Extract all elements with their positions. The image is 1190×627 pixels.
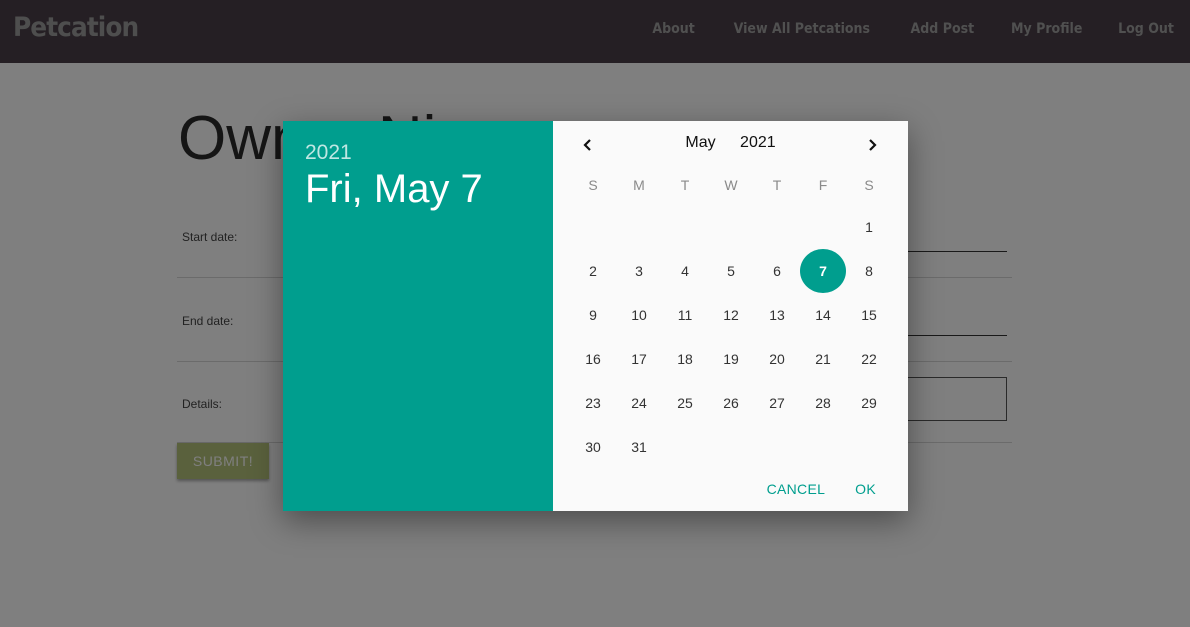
month-label: May [685,134,716,151]
datepicker-body: May 2021 S M T W T F S 1 2 3 4 5 6 7 8 9 10 11 12 13… [553,121,908,511]
day-cell[interactable]: 10 [616,293,662,337]
empty-day-cell [800,205,846,249]
day-cell[interactable]: 14 [800,293,846,337]
day-cell[interactable]: 2 [570,249,616,293]
header-year[interactable]: 2021 [305,141,352,165]
day-cell[interactable]: 9 [570,293,616,337]
day-cell[interactable]: 25 [662,381,708,425]
day-cell[interactable]: 19 [708,337,754,381]
day-cell[interactable]: 29 [846,381,892,425]
empty-day-cell [616,205,662,249]
weekday-label: F [818,177,828,193]
day-cell[interactable]: 23 [570,381,616,425]
day-cell[interactable]: 26 [708,381,754,425]
day-cell[interactable]: 15 [846,293,892,337]
weekday-label: M [633,177,645,193]
cancel-button[interactable]: CANCEL [767,481,826,497]
day-cell[interactable]: 20 [754,337,800,381]
selected-day-label: 7 [800,249,846,293]
day-cell[interactable]: 21 [800,337,846,381]
day-cell[interactable]: 11 [662,293,708,337]
day-cell[interactable]: 13 [754,293,800,337]
day-cell[interactable]: 1 [846,205,892,249]
month-year-label: May 2021 [553,134,908,152]
day-cell[interactable]: 4 [662,249,708,293]
day-cell[interactable]: 31 [616,425,662,469]
day-cell[interactable]: 8 [846,249,892,293]
chevron-right-icon[interactable] [860,133,884,157]
datepicker-dialog: 2021 Fri, May 7 May 2021 S M T W T F S 1… [283,121,908,511]
day-cell[interactable]: 24 [616,381,662,425]
dialog-actions: CANCEL OK [767,481,876,497]
weekday-label: T [680,177,690,193]
weekday-label: S [588,177,598,193]
day-cell[interactable]: 18 [662,337,708,381]
weekday-label: W [724,177,738,193]
weekday-row: S M T W T F S [570,177,892,193]
empty-day-cell [708,205,754,249]
header-selected-date: Fri, May 7 [305,167,483,211]
day-cell[interactable]: 30 [570,425,616,469]
day-cell[interactable]: 6 [754,249,800,293]
day-cell[interactable]: 12 [708,293,754,337]
days-grid: 1 2 3 4 5 6 7 8 9 10 11 12 13 14 15 16 17 18 19 20 21 22 23 24 2… [570,205,892,469]
empty-day-cell [570,205,616,249]
day-cell-selected[interactable]: 7 [800,249,846,293]
day-cell[interactable]: 5 [708,249,754,293]
weekday-label: S [864,177,874,193]
day-cell[interactable]: 17 [616,337,662,381]
day-cell[interactable]: 27 [754,381,800,425]
day-cell[interactable]: 28 [800,381,846,425]
empty-day-cell [754,205,800,249]
year-label: 2021 [740,134,776,151]
datepicker-header: 2021 Fri, May 7 [283,121,553,511]
day-cell[interactable]: 3 [616,249,662,293]
day-cell[interactable]: 22 [846,337,892,381]
weekday-label: T [772,177,782,193]
ok-button[interactable]: OK [855,481,876,497]
day-cell[interactable]: 16 [570,337,616,381]
empty-day-cell [662,205,708,249]
